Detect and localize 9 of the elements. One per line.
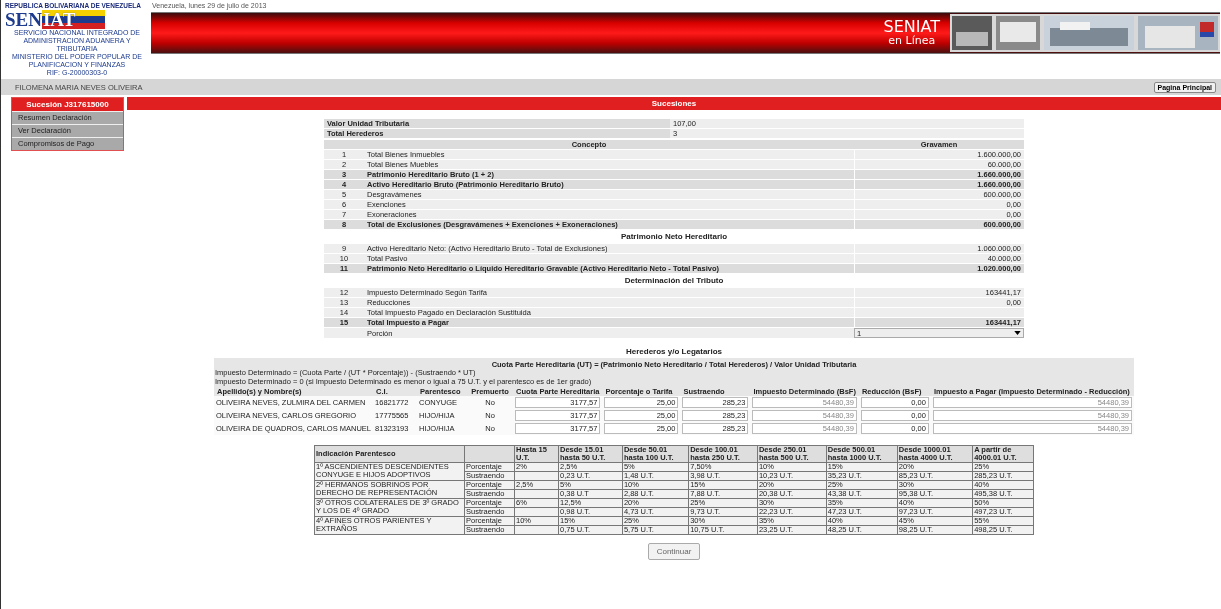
- section-title: Sucesiones: [127, 97, 1221, 110]
- brand-subtitle: en Línea: [888, 35, 936, 47]
- group-title: Determinación del Tributo: [624, 276, 724, 285]
- group-title: Patrimonio Neto Hereditario: [620, 232, 728, 241]
- sidebar-title: Sucesión J317615000: [12, 98, 123, 111]
- heirs-title: Herederos y/o Legatarios: [625, 347, 722, 358]
- caret-icon: [1014, 331, 1021, 335]
- brand-title: SENIAT: [883, 19, 940, 35]
- continue-button[interactable]: Continuar: [647, 543, 701, 560]
